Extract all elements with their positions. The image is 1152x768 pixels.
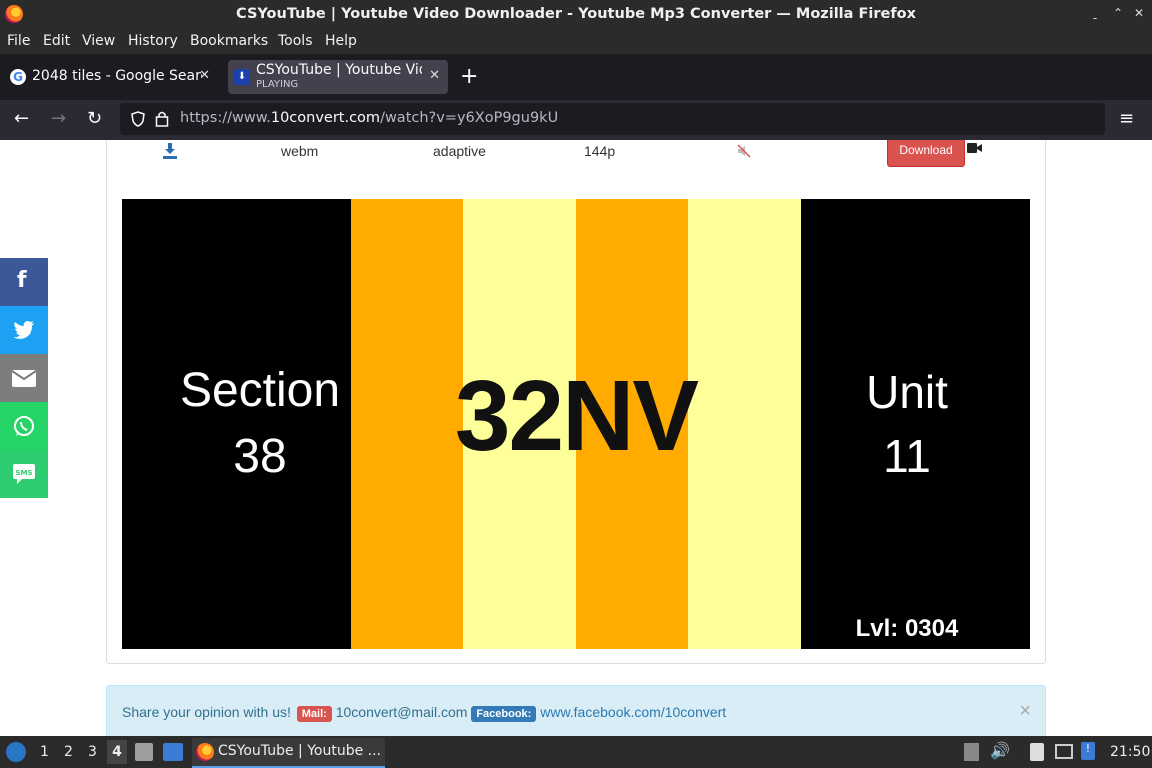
quality-cell: 144p	[584, 143, 616, 159]
menubar: File Edit View History Bookmarks Tools H…	[0, 30, 1152, 54]
tray-up-icon[interactable]	[964, 743, 979, 761]
new-tab-button[interactable]: +	[460, 64, 478, 89]
url-text: https://www.10convert.com/watch?v=y6XoP9…	[180, 110, 559, 126]
share-sms-button[interactable]: SMS	[0, 450, 48, 498]
clipboard-icon[interactable]	[1030, 743, 1044, 761]
reload-icon[interactable]: ↻	[87, 108, 102, 129]
tab-label: CSYouTube | Youtube Video Downloader	[256, 62, 422, 78]
shield-icon[interactable]	[131, 111, 145, 127]
mail-label: Mail:	[296, 706, 332, 722]
video-center-code: 32NV	[454, 360, 699, 472]
menu-edit[interactable]: Edit	[43, 33, 70, 49]
workspace-3[interactable]: 3	[88, 744, 97, 760]
share-twitter-button[interactable]	[0, 306, 48, 354]
close-window-button[interactable]: ✕	[1134, 6, 1144, 20]
maximize-button[interactable]: ⌃	[1113, 6, 1123, 20]
share-facebook-button[interactable]: f	[0, 258, 48, 306]
lock-icon[interactable]	[155, 110, 169, 127]
workspace-4[interactable]: 4	[107, 740, 127, 764]
close-tab-icon[interactable]: ✕	[429, 68, 440, 83]
taskbar-app-firefox[interactable]: CSYouTube | Youtube ...	[192, 738, 385, 768]
menu-view[interactable]: View	[82, 33, 115, 49]
svg-text:SMS: SMS	[15, 469, 32, 477]
video-unit-number: 11	[883, 430, 931, 482]
alert-close-button[interactable]: ×	[1019, 700, 1031, 723]
sms-icon: SMS	[13, 464, 35, 484]
share-email-button[interactable]	[0, 354, 48, 402]
twitter-icon	[13, 321, 34, 339]
desktop-icon[interactable]	[163, 743, 183, 761]
clock: 21:50	[1110, 744, 1151, 760]
menu-tools[interactable]: Tools	[278, 33, 313, 49]
mail-address[interactable]: 10convert@mail.com	[336, 704, 468, 720]
file-manager-icon[interactable]	[135, 743, 153, 761]
google-icon: G	[10, 69, 26, 85]
muted-audio-icon	[737, 144, 751, 158]
tab-label: 2048 tiles - Google Search	[32, 68, 202, 84]
tab-playing-indicator: PLAYING	[256, 79, 299, 90]
menu-history[interactable]: History	[128, 33, 178, 49]
menu-help[interactable]: Help	[325, 33, 357, 49]
start-menu-icon[interactable]	[6, 742, 26, 762]
notification-icon[interactable]: !	[1081, 742, 1095, 760]
firefox-icon	[196, 743, 214, 761]
menu-bookmarks[interactable]: Bookmarks	[190, 33, 268, 49]
window-title: CSYouTube | Youtube Video Downloader - Y…	[236, 6, 916, 22]
whatsapp-icon	[14, 416, 34, 436]
app-menu-icon[interactable]: ≡	[1119, 108, 1134, 129]
video-section-label: Section	[179, 364, 341, 417]
window-titlebar: CSYouTube | Youtube Video Downloader - Y…	[0, 0, 1152, 30]
minimize-button[interactable]: ˍ	[1092, 6, 1098, 20]
download-icon[interactable]	[163, 143, 177, 159]
forward-arrow-icon[interactable]: →	[51, 108, 66, 129]
type-cell: adaptive	[433, 143, 486, 159]
address-bar[interactable]: https://www.10convert.com/watch?v=y6XoP9…	[120, 103, 1105, 135]
video-section-number: 38	[233, 430, 287, 483]
workspace-2[interactable]: 2	[64, 744, 73, 760]
tab-bar: G 2048 tiles - Google Search ✕ ⬇ CSYouTu…	[0, 54, 1152, 100]
tab-google-search[interactable]: G 2048 tiles - Google Search ✕	[4, 60, 218, 94]
facebook-link[interactable]: www.facebook.com/10convert	[540, 704, 726, 720]
taskbar-app-label: CSYouTube | Youtube ...	[218, 743, 382, 759]
facebook-label: Facebook:	[471, 706, 537, 722]
format-cell: webm	[281, 143, 319, 159]
video-unit-label: Unit	[866, 366, 948, 418]
taskbar: 1 2 3 4 CSYouTube | Youtube ... 🔊 ! 21:5…	[0, 736, 1152, 768]
back-arrow-icon[interactable]: ←	[14, 108, 29, 129]
tab-csyoutube[interactable]: ⬇ CSYouTube | Youtube Video Downloader P…	[228, 60, 448, 94]
video-level-text: Lvl: 0304	[855, 615, 959, 642]
page-content: webm adaptive 144p Download Section 38 3…	[0, 140, 1152, 736]
close-tab-icon[interactable]: ✕	[199, 68, 210, 83]
facebook-icon: f	[17, 268, 27, 293]
video-player[interactable]: Section 38 32NV Unit 11 Lvl: 0304	[122, 199, 1030, 649]
video-camera-icon	[967, 143, 982, 153]
download-site-icon: ⬇	[234, 69, 250, 85]
email-icon	[12, 370, 36, 387]
download-button[interactable]: Download	[887, 140, 965, 167]
network-icon[interactable]	[1055, 744, 1073, 759]
workspace-1[interactable]: 1	[40, 744, 49, 760]
alert-text: Share your opinion with us!	[122, 704, 291, 720]
share-whatsapp-button[interactable]	[0, 402, 48, 450]
menu-file[interactable]: File	[7, 33, 30, 49]
feedback-alert: Share your opinion with us! Mail: 10conv…	[106, 685, 1046, 736]
volume-icon[interactable]: 🔊	[990, 741, 1010, 760]
